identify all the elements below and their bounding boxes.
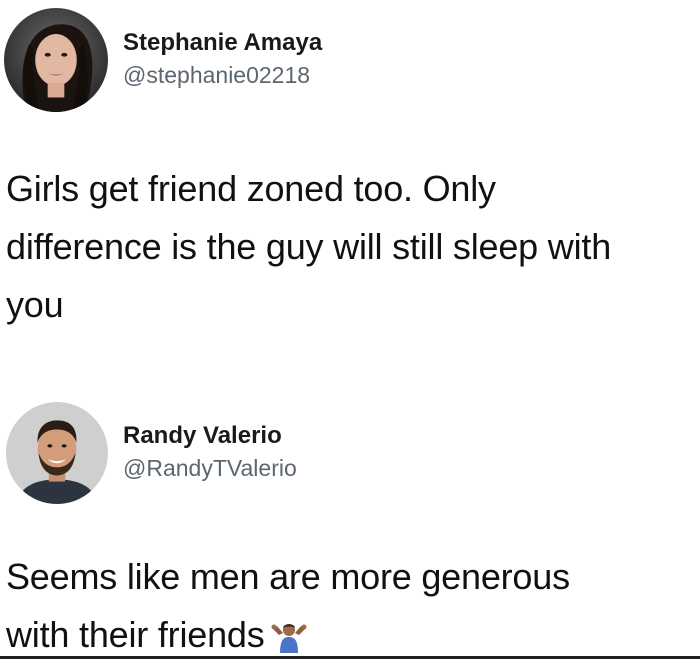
avatar-photo — [4, 8, 108, 112]
tweet-header: Randy Valerio @RandyTValerio — [0, 398, 700, 508]
avatar-photo — [6, 402, 108, 504]
tweet: Randy Valerio @RandyTValerio Seems like … — [0, 398, 700, 655]
tweet-text-line: Seems like men are more generous — [6, 556, 570, 597]
man-shrugging-icon — [271, 612, 307, 653]
author-handle[interactable]: @stephanie02218 — [123, 62, 310, 89]
tweet-text: Seems like men are more generous with th… — [6, 548, 694, 664]
tweet: Stephanie Amaya @stephanie02218 Girls ge… — [0, 0, 700, 325]
avatar[interactable] — [6, 402, 108, 504]
tweet-text-line: difference is the guy will still sleep w… — [6, 226, 612, 267]
tweet-text-line: you — [6, 284, 64, 325]
tweet-text-line: with their friends — [6, 614, 265, 655]
avatar[interactable] — [4, 8, 108, 112]
tweet-text-line: Girls get friend zoned too. Only — [6, 168, 496, 209]
author-name[interactable]: Stephanie Amaya — [123, 29, 322, 57]
tweet-text: Girls get friend zoned too. Only differe… — [6, 160, 694, 334]
author-name[interactable]: Randy Valerio — [123, 422, 282, 450]
author-handle[interactable]: @RandyTValerio — [123, 455, 297, 482]
tweet-header: Stephanie Amaya @stephanie02218 — [0, 0, 700, 112]
